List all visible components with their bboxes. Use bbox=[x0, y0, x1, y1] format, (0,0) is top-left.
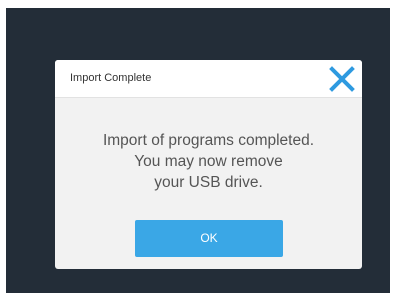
message-line: your USB drive. bbox=[154, 174, 263, 191]
screen-background: Import Complete Import of programs compl… bbox=[6, 8, 390, 293]
ok-button[interactable]: OK bbox=[135, 220, 283, 257]
message-line: Import of programs completed. bbox=[102, 132, 315, 149]
dialog-header: Import Complete bbox=[55, 60, 362, 98]
dialog-message: Import of programs completed. You may no… bbox=[55, 130, 362, 193]
close-icon bbox=[329, 66, 355, 92]
import-complete-dialog: Import Complete Import of programs compl… bbox=[55, 60, 362, 269]
message-line: You may now remove bbox=[134, 153, 283, 170]
dialog-title: Import Complete bbox=[70, 72, 152, 84]
close-button[interactable] bbox=[327, 65, 357, 93]
